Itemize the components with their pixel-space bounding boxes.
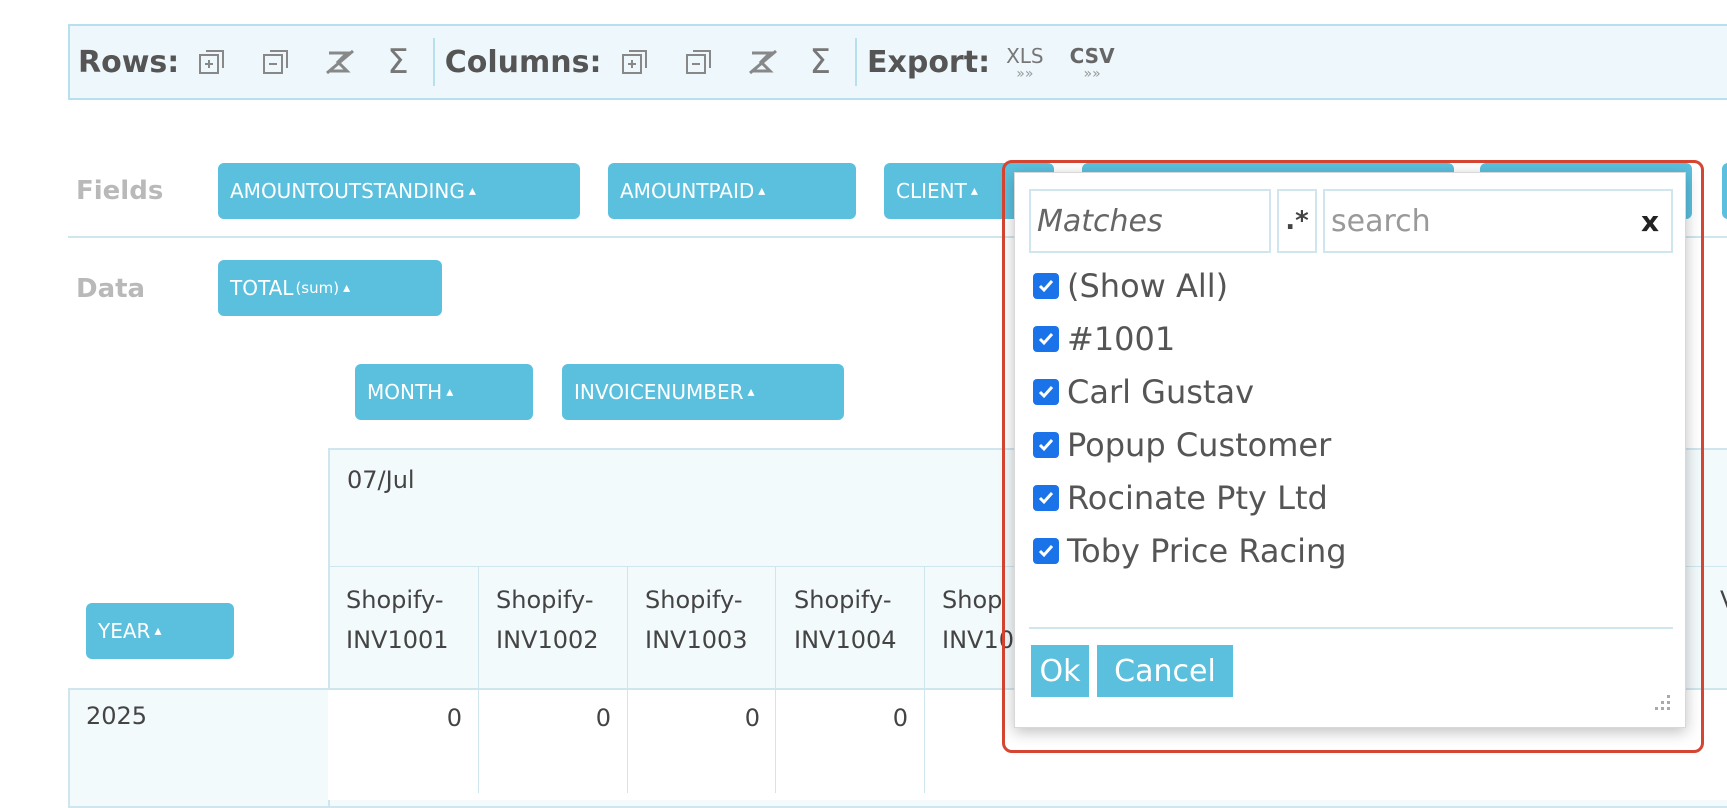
column-divider bbox=[924, 690, 925, 793]
toolbar-divider bbox=[855, 38, 857, 86]
table-cell: 0 bbox=[744, 704, 760, 732]
row-header-year: 2025 bbox=[86, 702, 148, 730]
table-cell: 0 bbox=[446, 704, 462, 732]
columns-expand-all-icon[interactable] bbox=[618, 42, 652, 82]
export-xls-button[interactable]: XLS »» bbox=[1006, 44, 1044, 82]
column-header-invoice: Shopify- INV1001 bbox=[346, 580, 449, 660]
invoice-number: INV1001 bbox=[346, 626, 449, 654]
sort-icon: ▴ bbox=[747, 384, 755, 400]
cancel-button[interactable]: Cancel bbox=[1097, 645, 1233, 697]
rows-expand-all-icon[interactable] bbox=[195, 42, 229, 82]
columns-grand-total-icon[interactable]: Σ bbox=[810, 42, 831, 82]
option-label: Toby Price Racing bbox=[1067, 532, 1347, 570]
pill-label: INVOICENUMBER bbox=[574, 380, 744, 404]
pill-label: YEAR bbox=[98, 619, 151, 643]
rows-collapse-all-icon[interactable] bbox=[259, 42, 293, 82]
export-xls-label: XLS bbox=[1006, 44, 1044, 68]
export-csv-button[interactable]: CSV »» bbox=[1069, 44, 1115, 82]
filter-option[interactable]: Rocinate Pty Ltd bbox=[1033, 479, 1328, 517]
column-header-month: 07/Jul bbox=[347, 466, 415, 494]
data-pill-total[interactable]: TOTAL (sum) ▴ bbox=[218, 260, 442, 316]
column-pill-month[interactable]: MONTH ▴ bbox=[355, 364, 533, 420]
filter-popup: Matches .* search x (Show All) #1001 Car… bbox=[1014, 172, 1686, 728]
columns-group: Columns: Σ bbox=[445, 26, 845, 98]
rows-group: Rows: Σ bbox=[70, 26, 423, 98]
rows-grand-total-icon[interactable]: Σ bbox=[387, 42, 408, 82]
row-pill-year[interactable]: YEAR ▴ bbox=[86, 603, 234, 659]
clear-search-icon[interactable]: x bbox=[1641, 205, 1659, 238]
filter-option[interactable]: Popup Customer bbox=[1033, 426, 1331, 464]
toolbar-divider bbox=[432, 38, 435, 86]
sort-icon: ▴ bbox=[154, 623, 162, 639]
option-label: Carl Gustav bbox=[1067, 373, 1255, 411]
field-pill-amountoutstanding[interactable]: AMOUNTOUTSTANDING ▴ bbox=[218, 163, 580, 219]
data-label: Data bbox=[76, 274, 146, 304]
rows-label: Rows: bbox=[78, 44, 180, 80]
column-header-invoice: Shopify- INV1004 bbox=[794, 580, 897, 660]
columns-collapse-all-icon[interactable] bbox=[682, 42, 716, 82]
search-input[interactable]: search x bbox=[1323, 189, 1673, 253]
columns-subtotals-off-icon[interactable] bbox=[746, 42, 780, 82]
filter-option[interactable]: Carl Gustav bbox=[1033, 373, 1254, 411]
pill-label: AMOUNTPAID bbox=[620, 179, 755, 203]
sort-icon: ▴ bbox=[343, 280, 351, 296]
field-pill-amountpaid[interactable]: AMOUNTPAID ▴ bbox=[608, 163, 856, 219]
export-arrows-icon: »» bbox=[1016, 66, 1034, 82]
divider bbox=[1029, 627, 1673, 629]
export-csv-label: CSV bbox=[1069, 44, 1115, 68]
field-pill-hidden[interactable] bbox=[1722, 163, 1727, 219]
option-label: Popup Customer bbox=[1067, 426, 1332, 464]
checkbox[interactable] bbox=[1033, 326, 1059, 352]
pill-label: CLIENT bbox=[896, 179, 967, 203]
invoice-number: INV1002 bbox=[496, 626, 599, 654]
filter-option[interactable]: Toby Price Racing bbox=[1033, 532, 1347, 570]
column-header-invoice: Shopify- INV1003 bbox=[645, 580, 748, 660]
table-cell: 0 bbox=[595, 704, 611, 732]
checkbox[interactable] bbox=[1033, 432, 1059, 458]
pill-label: TOTAL bbox=[230, 276, 294, 300]
pill-aggregation: (sum) bbox=[295, 279, 340, 297]
export-group: Export: XLS »» CSV »» bbox=[867, 26, 1141, 98]
regex-toggle-button[interactable]: .* bbox=[1277, 189, 1317, 253]
filter-option[interactable]: #1001 bbox=[1033, 320, 1175, 358]
option-label: #1001 bbox=[1067, 320, 1176, 358]
resize-grip-icon[interactable] bbox=[1649, 691, 1673, 715]
column-divider bbox=[775, 690, 776, 793]
columns-label: Columns: bbox=[444, 44, 602, 80]
pill-label: AMOUNTOUTSTANDING bbox=[230, 179, 465, 203]
invoice-prefix: Shopify- bbox=[794, 586, 892, 614]
invoice-prefix: Shopify- bbox=[496, 586, 594, 614]
option-label: (Show All) bbox=[1067, 267, 1229, 305]
invoice-number: INV1004 bbox=[794, 626, 897, 654]
match-mode-select[interactable]: Matches bbox=[1029, 189, 1271, 253]
checkbox[interactable] bbox=[1033, 485, 1059, 511]
ok-button[interactable]: Ok bbox=[1031, 645, 1089, 697]
rows-subtotals-off-icon[interactable] bbox=[323, 42, 357, 82]
checkbox[interactable] bbox=[1033, 273, 1059, 299]
column-pill-invoicenumber[interactable]: INVOICENUMBER ▴ bbox=[562, 364, 844, 420]
export-arrows-icon: »» bbox=[1083, 66, 1101, 82]
filter-option-show-all[interactable]: (Show All) bbox=[1033, 267, 1228, 305]
sort-icon: ▴ bbox=[468, 183, 476, 199]
checkbox[interactable] bbox=[1033, 538, 1059, 564]
column-divider bbox=[478, 690, 479, 793]
sort-icon: ▴ bbox=[758, 183, 766, 199]
option-label: Rocinate Pty Ltd bbox=[1067, 479, 1328, 517]
checkbox[interactable] bbox=[1033, 379, 1059, 405]
pivot-toolbar: Rows: Σ Columns: Σ Export: XLS »» CSV »» bbox=[68, 24, 1727, 100]
search-placeholder: search bbox=[1331, 203, 1431, 239]
column-header-invoice: Shopify- INV1002 bbox=[496, 580, 599, 660]
invoice-number: INV1003 bbox=[645, 626, 748, 654]
column-divider bbox=[627, 690, 628, 793]
fields-label: Fields bbox=[76, 176, 164, 206]
pill-label: MONTH bbox=[367, 380, 443, 404]
table-cell: 0 bbox=[892, 704, 908, 732]
sort-icon: ▴ bbox=[970, 183, 978, 199]
column-header-partial: V bbox=[1720, 580, 1727, 620]
sort-icon: ▴ bbox=[446, 384, 454, 400]
invoice-prefix: Shopify- bbox=[346, 586, 444, 614]
export-label: Export: bbox=[867, 44, 991, 80]
invoice-prefix: Shopify- bbox=[645, 586, 743, 614]
